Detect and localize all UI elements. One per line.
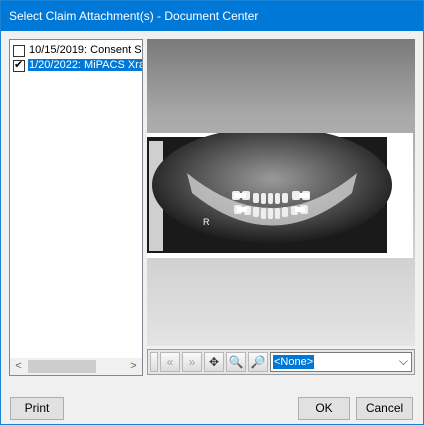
ok-button[interactable]: OK	[298, 397, 350, 420]
attachment-checkbox[interactable]	[13, 45, 25, 57]
title-bar: Select Claim Attachment(s) - Document Ce…	[1, 1, 423, 31]
xray-side-marker: R	[203, 217, 210, 227]
page-select-value: <None>	[273, 355, 315, 369]
page-select[interactable]: <None> ⌵	[270, 352, 412, 372]
attachment-label: 1/20/2022: MiPACS Xra	[28, 59, 142, 71]
scroll-right-icon[interactable]: >	[125, 358, 142, 375]
select-claim-attachments-dialog: Select Claim Attachment(s) - Document Ce…	[0, 0, 424, 425]
scroll-left-icon[interactable]: <	[10, 358, 27, 375]
horizontal-scrollbar[interactable]: < >	[10, 358, 142, 375]
chevron-down-icon[interactable]: ⌵	[399, 354, 408, 369]
viewer-toolbar: « » ✥ 🔍 🔎 <None> ⌵	[147, 349, 415, 375]
window-title: Select Claim Attachment(s) - Document Ce…	[9, 9, 259, 23]
list-item-mipacs-xray[interactable]: 1/20/2022: MiPACS Xra	[10, 58, 142, 73]
fit-to-window-icon[interactable]: ✥	[204, 352, 224, 372]
list-item-consent[interactable]: 10/15/2019: Consent S	[10, 43, 142, 58]
zoom-out-icon[interactable]: 🔍	[226, 352, 246, 372]
print-button[interactable]: Print	[10, 397, 64, 420]
attachment-list[interactable]: 10/15/2019: Consent S 1/20/2022: MiPACS …	[9, 39, 143, 376]
attachment-checkbox[interactable]	[13, 58, 25, 72]
zoom-in-icon[interactable]: 🔎	[248, 352, 268, 372]
scroll-thumb[interactable]	[28, 360, 96, 373]
panoramic-xray-image: R	[147, 133, 413, 258]
attachment-label: 10/15/2019: Consent S	[29, 44, 142, 56]
first-page-icon[interactable]	[150, 352, 158, 372]
document-preview: R	[147, 39, 415, 346]
next-page-icon[interactable]: »	[182, 352, 202, 372]
previous-page-icon[interactable]: «	[160, 352, 180, 372]
cancel-button[interactable]: Cancel	[356, 397, 413, 420]
